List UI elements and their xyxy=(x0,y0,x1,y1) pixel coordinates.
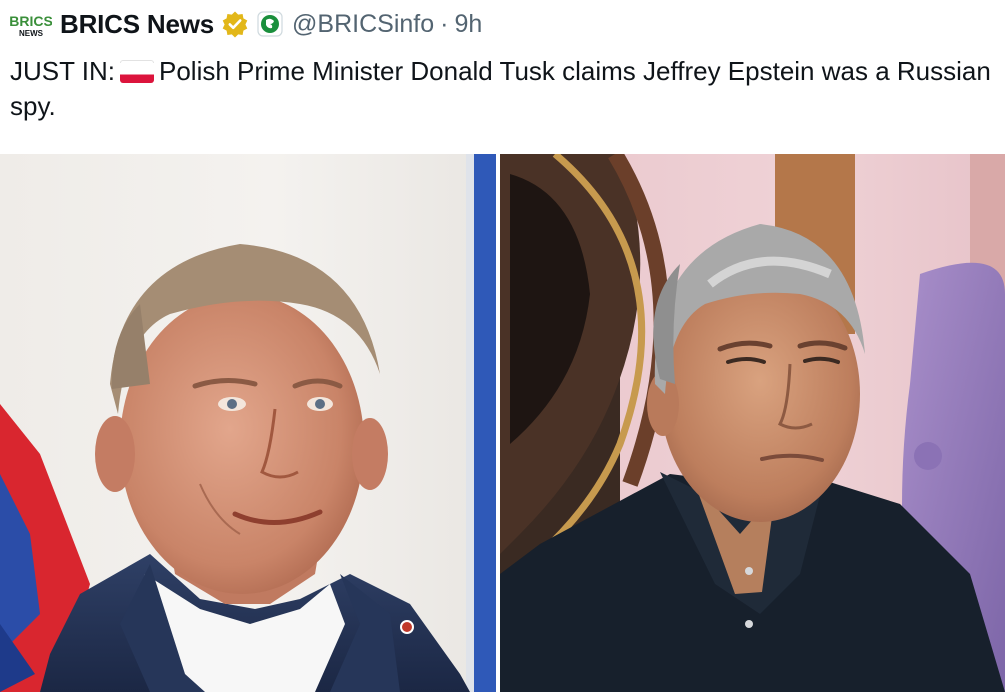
author-handle[interactable]: @BRICSinfo xyxy=(292,10,434,39)
verified-badge-icon[interactable] xyxy=(221,10,249,38)
tusk-portrait-photo[interactable] xyxy=(0,154,496,692)
tweet-text-body: Polish Prime Minister Donald Tusk claims… xyxy=(10,56,991,121)
affiliate-badge-icon[interactable] xyxy=(257,11,283,37)
tweet-text: JUST IN: Polish Prime Minister Donald Tus… xyxy=(10,54,995,124)
separator-dot: · xyxy=(440,9,449,38)
tweet-text-prefix: JUST IN: xyxy=(10,56,115,86)
avatar-brics-text: BRICS xyxy=(10,13,52,29)
tweet-header: BRICS NEWS BRICS News @BRICSinfo · 9h xyxy=(9,6,482,42)
post-time[interactable]: 9h xyxy=(454,10,482,39)
author-display-name[interactable]: BRICS News xyxy=(60,9,214,40)
tweet-media[interactable] xyxy=(0,154,1005,692)
poland-flag-icon xyxy=(119,60,154,83)
epstein-portrait-photo[interactable] xyxy=(500,154,1005,692)
brics-news-avatar[interactable]: BRICS NEWS xyxy=(9,9,53,39)
avatar-news-text: NEWS xyxy=(19,29,44,38)
